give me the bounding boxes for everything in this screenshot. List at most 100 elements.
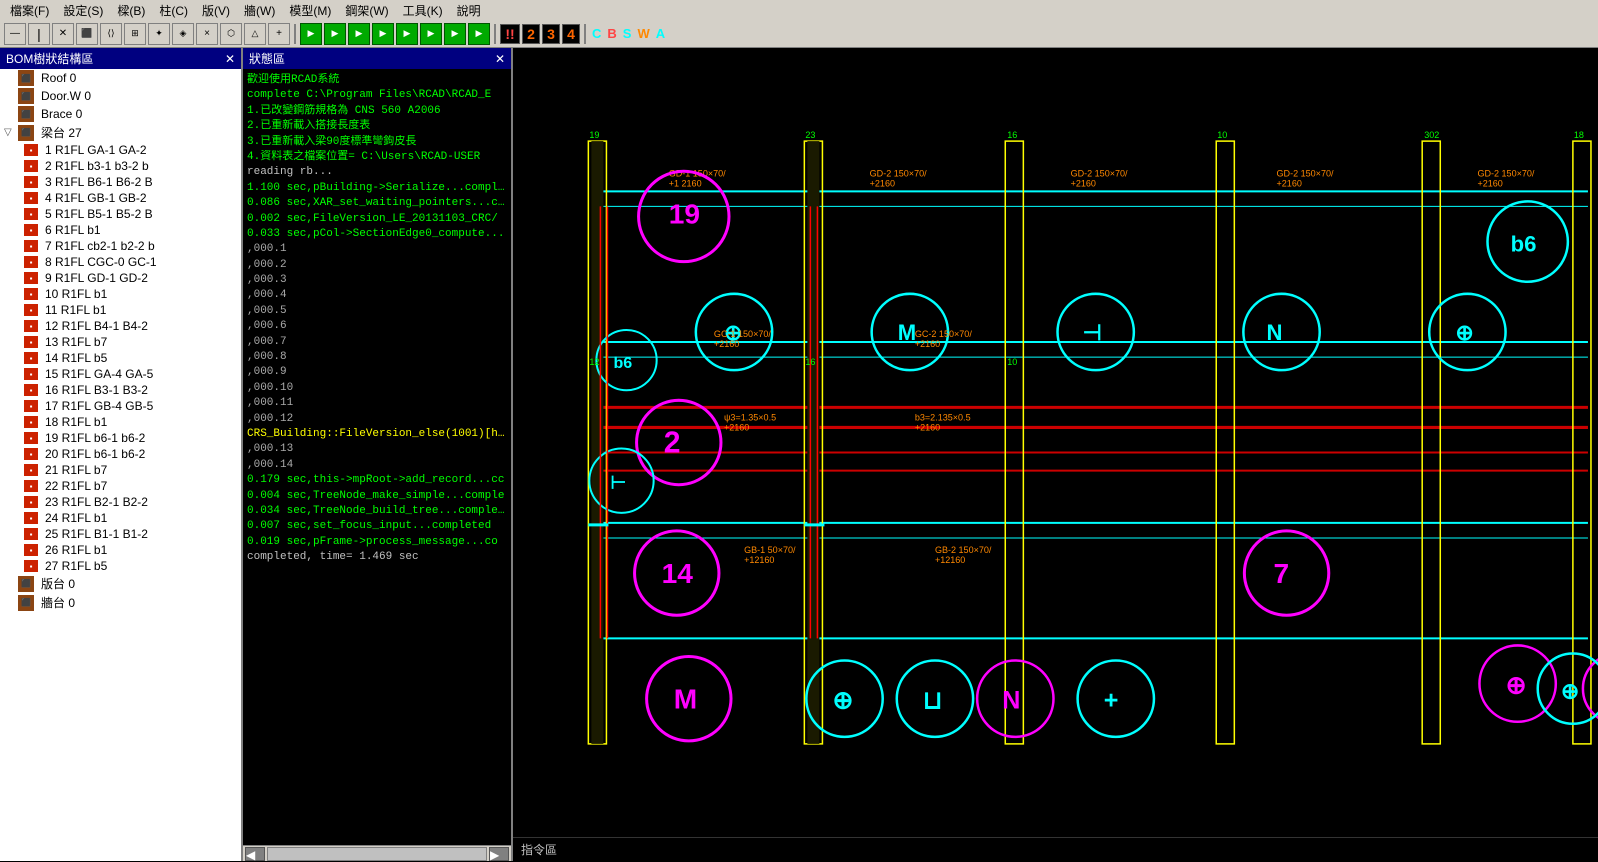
tree-item[interactable]: ▪9 R1FL GD-1 GD-2 xyxy=(0,270,241,286)
toolbar-exclaim[interactable]: !! xyxy=(500,24,520,44)
tree-item-icon: ▪ xyxy=(24,368,38,380)
tree-item[interactable]: ⬛牆台 0 xyxy=(0,593,241,612)
tree-item[interactable]: ▪19 R1FL b6-1 b6-2 xyxy=(0,430,241,446)
tree-item[interactable]: ▪8 R1FL CGC-0 GC-1 xyxy=(0,254,241,270)
toolbar-letter-w[interactable]: W xyxy=(637,26,649,41)
tree-item-icon: ▪ xyxy=(24,176,38,188)
menu-steel[interactable]: 鋼架(W) xyxy=(339,1,394,20)
menu-slab[interactable]: 版(V) xyxy=(196,1,236,20)
toolbar-letter-c[interactable]: C xyxy=(592,26,601,41)
toolbar-green-2[interactable]: ▶ xyxy=(324,23,346,45)
tree-item[interactable]: ▪11 R1FL b1 xyxy=(0,302,241,318)
tree-item[interactable]: ▪6 R1FL b1 xyxy=(0,222,241,238)
menu-tools[interactable]: 工具(K) xyxy=(397,1,449,20)
tree-item[interactable]: ▪17 R1FL GB-4 GB-5 xyxy=(0,398,241,414)
toolbar-btn-7[interactable]: ✦ xyxy=(148,23,170,45)
tree-item[interactable]: ▪24 R1FL b1 xyxy=(0,510,241,526)
toolbar-btn-6[interactable]: ⊞ xyxy=(124,23,146,45)
tree-item[interactable]: ▪10 R1FL b1 xyxy=(0,286,241,302)
toolbar-letter-s[interactable]: S xyxy=(623,26,632,41)
svg-text:+: + xyxy=(1104,687,1119,715)
svg-text:19: 19 xyxy=(669,198,700,229)
tree-item[interactable]: ▪2 R1FL b3-1 b3-2 b xyxy=(0,158,241,174)
menu-help[interactable]: 說明 xyxy=(451,1,487,20)
status-content[interactable]: 歡迎使用RCAD系統complete C:\Program Files\RCAD… xyxy=(243,69,511,845)
status-close-icon[interactable]: ✕ xyxy=(495,52,505,66)
toolbar-green-6[interactable]: ▶ xyxy=(420,23,442,45)
tree-item[interactable]: ▪27 R1FL b5 xyxy=(0,558,241,574)
toolbar-green-7[interactable]: ▶ xyxy=(444,23,466,45)
tree-item-label: 1 R1FL GA-1 GA-2 xyxy=(45,143,147,157)
bom-close-icon[interactable]: ✕ xyxy=(225,52,235,66)
tree-item-icon: ▪ xyxy=(24,448,38,460)
tree-item[interactable]: ▪26 R1FL b1 xyxy=(0,542,241,558)
tree-item[interactable]: ▪14 R1FL b5 xyxy=(0,350,241,366)
scroll-left-btn[interactable]: ◀ xyxy=(245,847,265,861)
menu-settings[interactable]: 設定(S) xyxy=(57,1,109,20)
tree-item-icon: ▪ xyxy=(24,240,38,252)
menu-file[interactable]: 檔案(F) xyxy=(4,1,55,20)
toolbar-green-1[interactable]: ▶ xyxy=(300,23,322,45)
tree-item[interactable]: ▪15 R1FL GA-4 GA-5 xyxy=(0,366,241,382)
tree-item[interactable]: ⬛Door.W 0 xyxy=(0,87,241,105)
tree-item[interactable]: ▪4 R1FL GB-1 GB-2 xyxy=(0,190,241,206)
toolbar-num-3[interactable]: 3 xyxy=(542,24,560,44)
toolbar-letter-a[interactable]: A xyxy=(656,26,665,41)
status-line: ,000.13 xyxy=(247,442,507,457)
tree-item-icon: ▪ xyxy=(24,560,38,572)
toolbar-btn-5[interactable]: ⟨⟩ xyxy=(100,23,122,45)
toolbar-btn-10[interactable]: ⬡ xyxy=(220,23,242,45)
tree-item[interactable]: ▪7 R1FL cb2-1 b2-2 b xyxy=(0,238,241,254)
toolbar-num-2[interactable]: 2 xyxy=(522,24,540,44)
menu-column[interactable]: 柱(C) xyxy=(153,1,194,20)
tree-expand-icon[interactable]: ▽ xyxy=(4,127,18,138)
tree-item[interactable]: ▪1 R1FL GA-1 GA-2 xyxy=(0,142,241,158)
scroll-track[interactable] xyxy=(267,847,487,861)
menu-model[interactable]: 模型(M) xyxy=(283,1,337,20)
toolbar-green-4[interactable]: ▶ xyxy=(372,23,394,45)
tree-item[interactable]: ▪3 R1FL B6-1 B6-2 B xyxy=(0,174,241,190)
toolbar-btn-12[interactable]: + xyxy=(268,23,290,45)
toolbar-green-8[interactable]: ▶ xyxy=(468,23,490,45)
tree-item[interactable]: ▪18 R1FL b1 xyxy=(0,414,241,430)
toolbar-btn-9[interactable]: × xyxy=(196,23,218,45)
tree-item[interactable]: ▪5 R1FL B5-1 B5-2 B xyxy=(0,206,241,222)
tree-item[interactable]: ▪13 R1FL b7 xyxy=(0,334,241,350)
tree-item[interactable]: ▪16 R1FL B3-1 B3-2 xyxy=(0,382,241,398)
toolbar-btn-4[interactable]: ⬛ xyxy=(76,23,98,45)
tree-item[interactable]: ⬛Roof 0 xyxy=(0,69,241,87)
status-line: 歡迎使用RCAD系統 xyxy=(247,73,507,88)
tree-item-icon: ▪ xyxy=(24,464,38,476)
tree-item-label: 20 R1FL b6-1 b6-2 xyxy=(45,447,145,461)
toolbar-num-4[interactable]: 4 xyxy=(562,24,580,44)
scroll-right-btn[interactable]: ▶ xyxy=(489,847,509,861)
tree-item[interactable]: ⬛Brace 0 xyxy=(0,105,241,123)
horizontal-scrollbar[interactable]: ◀ ▶ xyxy=(243,845,511,861)
svg-text:12: 12 xyxy=(589,357,599,367)
toolbar-btn-3[interactable]: ✕ xyxy=(52,23,74,45)
toolbar-btn-8[interactable]: ◈ xyxy=(172,23,194,45)
tree-item[interactable]: ⬛版台 0 xyxy=(0,574,241,593)
tree-item[interactable]: ▪23 R1FL B2-1 B2-2 xyxy=(0,494,241,510)
tree-item[interactable]: ▪12 R1FL B4-1 B4-2 xyxy=(0,318,241,334)
tree-item[interactable]: ▪22 R1FL b7 xyxy=(0,478,241,494)
command-bar[interactable]: 指令區 xyxy=(513,837,1598,861)
cad-canvas[interactable]: GD-1 150×70/ +1 2160 GD-2 150×70/ +2160 … xyxy=(513,48,1598,837)
tree-item[interactable]: ▪ 20 R1FL b6-1 b6-2 xyxy=(0,446,241,462)
toolbar-btn-1[interactable]: — xyxy=(4,23,26,45)
status-line: 0.002 sec,FileVersion_LE_20131103_CRC/ xyxy=(247,212,507,227)
status-line: ,000.10 xyxy=(247,381,507,396)
svg-text:19: 19 xyxy=(589,130,599,140)
menu-wall[interactable]: 牆(W) xyxy=(238,1,281,20)
bom-tree[interactable]: ⬛Roof 0⬛Door.W 0⬛Brace 0▽⬛梁台 27▪1 R1FL G… xyxy=(0,69,241,861)
toolbar-btn-2[interactable]: | xyxy=(28,23,50,45)
tree-item[interactable]: ▪25 R1FL B1-1 B1-2 xyxy=(0,526,241,542)
toolbar-green-5[interactable]: ▶ xyxy=(396,23,418,45)
toolbar-btn-11[interactable]: △ xyxy=(244,23,266,45)
tree-item-icon: ⬛ xyxy=(18,595,34,611)
toolbar-green-3[interactable]: ▶ xyxy=(348,23,370,45)
toolbar-letter-b[interactable]: B xyxy=(607,26,616,41)
menu-beam[interactable]: 樑(B) xyxy=(111,1,151,20)
tree-item[interactable]: ▪21 R1FL b7 xyxy=(0,462,241,478)
tree-item[interactable]: ▽⬛梁台 27 xyxy=(0,123,241,142)
